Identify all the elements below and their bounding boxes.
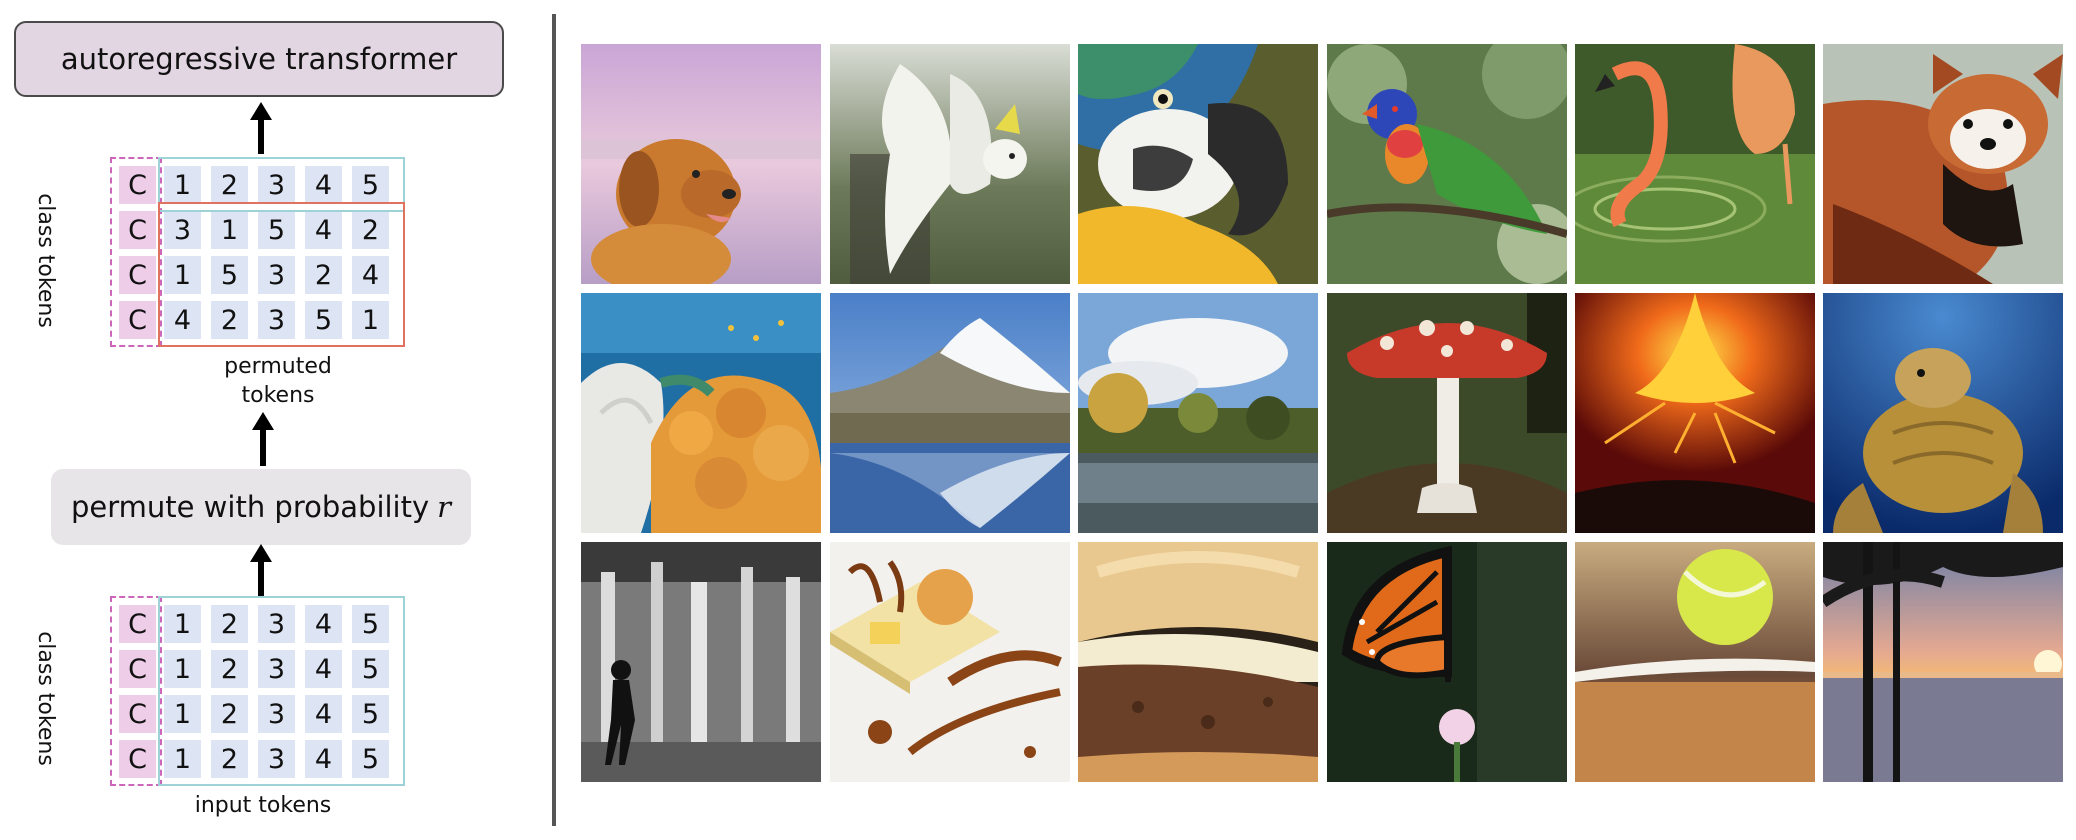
class-token-group-outline [110,596,162,786]
image-lorikeet [1327,44,1567,284]
permuted-tokens-label: permuted tokens [208,354,348,408]
probability-symbol: r [437,490,452,524]
autoregressive-transformer-label: autoregressive transformer [60,42,458,76]
image-lake-sunset [1823,542,2063,782]
arrow-up-icon [250,102,272,154]
image-mushroom [1327,293,1567,533]
image-cheeseburger [1078,542,1318,782]
image-sea-turtle [1823,293,2063,533]
image-tennis-ball [1575,542,1815,782]
arrow-up-icon [252,412,274,466]
class-token-group-outline [110,157,162,347]
permuted-label-line1: permuted [224,354,332,379]
image-dessert-plate [830,542,1070,782]
class-tokens-label-bottom: class tokens [32,631,58,766]
image-coral-reef [581,293,821,533]
class-tokens-label-top: class tokens [32,193,58,328]
permuted-rows-outline [158,202,405,347]
permute-box: permute with probability r [51,469,471,545]
image-flamingo [1575,44,1815,284]
image-volcano [1575,293,1815,533]
image-macaw [1078,44,1318,284]
input-tokens-outline [158,596,405,786]
image-monarch-butterfly [1327,542,1567,782]
arrow-up-icon [250,544,272,596]
autoregressive-transformer-box: autoregressive transformer [14,21,504,97]
permute-label: permute with probability [70,490,430,524]
image-golden-retriever [581,44,821,284]
input-tokens-label: input tokens [194,793,332,818]
divider [552,14,556,826]
image-snow-mountain-lake [830,293,1070,533]
image-lakeside [1078,293,1318,533]
permuted-label-line2: tokens [241,383,315,408]
image-cockatoo [830,44,1070,284]
image-fountain [581,542,821,782]
image-red-panda [1823,44,2063,284]
